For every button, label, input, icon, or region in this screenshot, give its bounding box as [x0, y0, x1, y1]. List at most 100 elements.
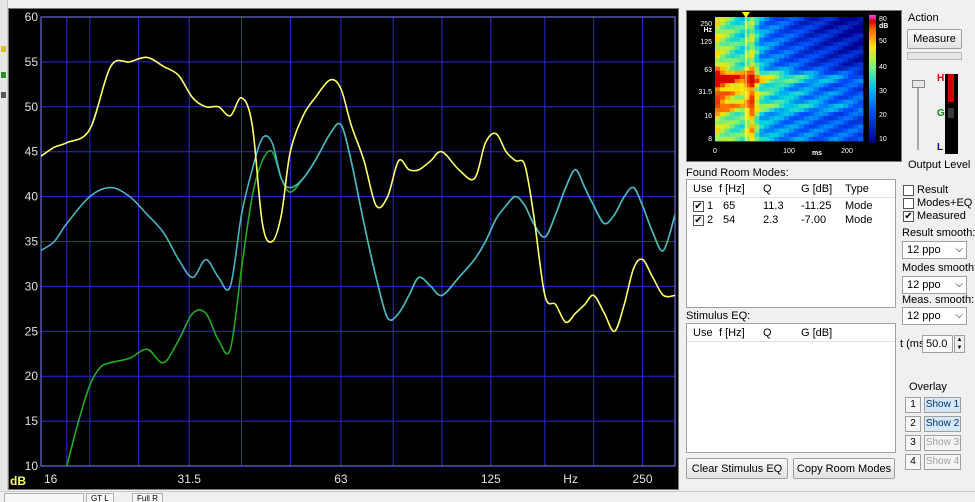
show-1-button[interactable]: Show 1 — [924, 397, 961, 413]
spectrogram-cell — [798, 17, 805, 22]
t-ms-spinner[interactable]: ▲ ▼ — [954, 335, 965, 353]
spectrogram-cell — [779, 132, 785, 138]
col-use[interactable]: Use — [693, 183, 713, 195]
spectrogram-cell — [793, 87, 800, 92]
result-smooth-select[interactable]: 12 ppo ⌵ — [902, 241, 967, 259]
found-room-modes-table[interactable]: Use f [Hz] Q G [dB] Type ✔ 1 65 11.3 -11… — [686, 179, 896, 308]
spectrogram-cell — [793, 99, 800, 105]
table-row[interactable]: ✔ 1 65 11.3 -11.25 Mode — [687, 200, 895, 212]
spectrogram-cell — [838, 62, 844, 67]
spectrogram-cell — [759, 54, 765, 59]
spectrogram-cell — [729, 58, 736, 63]
measured-checkbox[interactable]: ✔ — [903, 211, 914, 222]
spectrogram-cell — [853, 116, 859, 121]
spectrogram-cell — [823, 45, 829, 51]
spectrogram-cell — [754, 79, 760, 84]
spectrogram-cell — [744, 62, 750, 67]
stimulus-eq-table[interactable]: Use f [Hz] Q G [dB] — [686, 323, 896, 453]
bottom-tab[interactable] — [4, 493, 84, 502]
spectrogram-cell — [764, 29, 770, 34]
arrow-up-icon[interactable]: ▲ — [957, 337, 963, 343]
spectrogram-cell — [838, 107, 844, 113]
modes-smooth-select[interactable]: 12 ppo ⌵ — [902, 276, 967, 294]
use-checkbox[interactable]: ✔ — [693, 201, 704, 212]
spectrogram-cell — [729, 87, 736, 92]
spectrogram-cell — [754, 29, 760, 34]
modes-eq-checkbox[interactable] — [903, 198, 914, 209]
spectrogram-cell — [803, 91, 810, 96]
output-level-slider[interactable] — [912, 80, 925, 150]
spectrogram-cell — [823, 112, 829, 117]
spectrogram-cell — [823, 62, 829, 67]
graph-canvas: 60 55 50 45 40 35 30 25 20 15 10 16 31.5 63 125 250 Hz — [25, 10, 676, 486]
col-q[interactable]: Q — [763, 327, 772, 339]
spectrogram-cell — [729, 54, 736, 59]
spectrogram-cell — [813, 37, 819, 43]
spectrogram-cell — [808, 87, 815, 92]
spectrogram-cell — [818, 25, 824, 30]
spectrogram-cell — [843, 41, 849, 47]
bottom-tab[interactable]: GT L — [86, 493, 114, 502]
spectrogram-cell — [838, 116, 844, 121]
spectrogram-cell — [808, 66, 815, 72]
show-2-button[interactable]: Show 2 — [924, 416, 961, 432]
slider-thumb[interactable] — [912, 80, 925, 88]
col-gain[interactable]: G [dB] — [801, 327, 832, 339]
spectrogram-cell — [838, 112, 844, 117]
spectrogram-cell — [724, 62, 731, 67]
show-3-button[interactable]: Show 3 — [924, 435, 961, 451]
col-frequency[interactable]: f [Hz] — [719, 327, 745, 339]
arrow-down-icon[interactable]: ▼ — [957, 345, 963, 351]
spectrogram-cell — [823, 103, 829, 109]
spectrogram-cell — [744, 70, 750, 76]
spectrogram-cell — [774, 120, 780, 125]
result-checkbox[interactable] — [903, 185, 914, 196]
spectrogram-cell — [818, 74, 824, 80]
spectrogram-cell — [818, 112, 824, 117]
spectrogram-cell — [798, 87, 805, 92]
col-frequency[interactable]: f [Hz] — [719, 183, 745, 195]
spectrogram-cell — [853, 132, 859, 138]
col-type[interactable]: Type — [845, 183, 869, 195]
spectrogram-cell — [818, 83, 824, 88]
spectrogram-cell — [715, 21, 721, 26]
spectrogram-cell — [784, 25, 790, 30]
spectrogram-cell — [764, 79, 770, 84]
frequency-response-graph[interactable]: 60 55 50 45 40 35 30 25 20 15 10 16 31.5 63 125 250 Hz d… — [8, 8, 679, 490]
spectrogram-cell — [828, 95, 834, 101]
spectrogram-cell — [779, 112, 785, 117]
col-gain[interactable]: G [dB] — [801, 183, 832, 195]
spectrogram-cell — [833, 50, 839, 55]
spectrogram-cell — [803, 87, 810, 92]
spectrogram-cell — [798, 29, 805, 34]
spectrogram-cell — [838, 124, 844, 129]
spectrogram-cell — [719, 74, 726, 80]
col-use[interactable]: Use — [693, 327, 713, 339]
spectrogram-cell — [833, 83, 839, 88]
spectrogram-cell — [808, 54, 815, 59]
spectrogram-cell — [789, 103, 795, 109]
spectrogram-cell — [779, 124, 785, 129]
spectrogram-cell — [739, 70, 745, 76]
clear-stimulus-eq-button[interactable]: Clear Stimulus EQ — [686, 458, 788, 479]
spectrogram-cell — [808, 91, 815, 96]
show-4-button[interactable]: Show 4 — [924, 454, 961, 470]
spectrogram-cell — [724, 116, 731, 121]
measure-button[interactable]: Measure — [907, 29, 962, 49]
spectrogram-cell — [759, 17, 765, 22]
table-row[interactable]: ✔ 2 54 2.3 -7.00 Mode — [687, 214, 895, 226]
copy-room-modes-button[interactable]: Copy Room Modes — [793, 458, 895, 479]
bottom-tab[interactable]: Full R — [132, 493, 163, 502]
spectrogram-panel[interactable]: 250 125 63 31.5 16 8 Hz 0 100 200 ms 80 50 40 30 20 10 dB — [686, 10, 902, 162]
t-ms-input[interactable]: 50.0 — [922, 335, 953, 353]
spectrogram-cell — [843, 54, 849, 59]
use-checkbox[interactable]: ✔ — [693, 215, 704, 226]
col-q[interactable]: Q — [763, 183, 772, 195]
spectrogram-cell — [774, 107, 780, 113]
spectrogram-cell — [784, 41, 790, 47]
spectrogram-cell — [754, 54, 760, 59]
spectrogram-cell — [833, 37, 839, 43]
spectrogram-cell — [808, 95, 815, 101]
meas-smooth-select[interactable]: 12 ppo ⌵ — [902, 307, 967, 325]
spectrogram-cell — [813, 107, 819, 113]
